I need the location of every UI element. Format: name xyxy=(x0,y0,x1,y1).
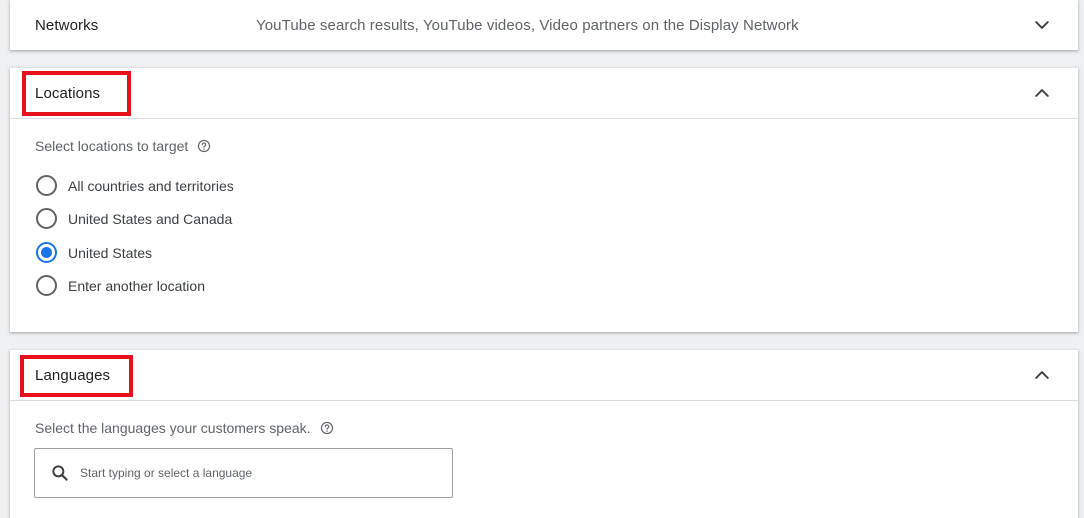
language-search-field[interactable] xyxy=(34,448,453,498)
help-icon[interactable] xyxy=(197,139,211,153)
language-search-input[interactable] xyxy=(80,466,440,480)
location-option-us-canada[interactable]: United States and Canada xyxy=(36,208,232,229)
locations-prompt-text: Select locations to target xyxy=(35,138,189,154)
location-option-label: All countries and territories xyxy=(68,177,234,194)
locations-title: Locations xyxy=(35,85,101,102)
search-icon xyxy=(50,463,70,483)
locations-panel: Locations Select locations to target All… xyxy=(10,68,1078,332)
languages-panel: Languages Select the languages your cust… xyxy=(10,350,1078,518)
networks-title: Networks xyxy=(35,17,99,34)
location-option-another[interactable]: Enter another location xyxy=(36,275,205,296)
radio-button[interactable] xyxy=(36,175,57,196)
location-option-label: Enter another location xyxy=(68,277,205,294)
chevron-up-icon[interactable] xyxy=(1032,83,1052,103)
location-option-label: United States xyxy=(68,244,153,261)
languages-prompt: Select the languages your customers spea… xyxy=(35,420,334,436)
radio-button[interactable] xyxy=(36,208,57,229)
networks-panel: Networks YouTube search results, YouTube… xyxy=(10,0,1078,50)
languages-divider xyxy=(10,400,1078,401)
help-icon[interactable] xyxy=(320,421,334,435)
networks-summary: YouTube search results, YouTube videos, … xyxy=(256,17,799,34)
location-option-united-states[interactable]: United States xyxy=(36,242,152,263)
locations-divider xyxy=(10,118,1078,119)
networks-header[interactable]: Networks YouTube search results, YouTube… xyxy=(10,0,1078,50)
languages-prompt-text: Select the languages your customers spea… xyxy=(35,420,311,436)
location-option-label: United States and Canada xyxy=(68,210,233,227)
locations-prompt: Select locations to target xyxy=(35,138,211,154)
languages-title: Languages xyxy=(35,367,111,384)
locations-header[interactable]: Locations xyxy=(10,68,1078,118)
chevron-down-icon[interactable] xyxy=(1032,15,1052,35)
chevron-up-icon[interactable] xyxy=(1032,365,1052,385)
radio-button[interactable] xyxy=(36,275,57,296)
radio-button-selected[interactable] xyxy=(36,242,57,263)
location-option-all-countries[interactable]: All countries and territories xyxy=(36,175,234,196)
languages-header[interactable]: Languages xyxy=(10,350,1078,400)
